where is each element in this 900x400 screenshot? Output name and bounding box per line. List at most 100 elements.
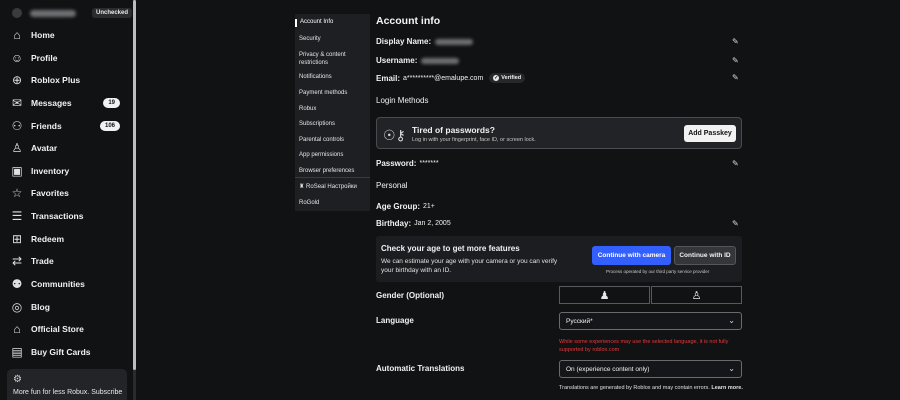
age-group-row: Age Group: 21+ <box>376 202 435 211</box>
home-icon: ⌂ <box>13 28 21 42</box>
settings-tab-rogold[interactable]: RoGold <box>295 200 370 208</box>
verified-badge: ✓ Verified <box>489 73 526 83</box>
left-navigation: Unchecked ⌂ Home ☺ Profile ⊕ Roblox Plus… <box>0 0 136 400</box>
settings-tab-browser-preferences[interactable]: Browser preferences <box>295 168 370 176</box>
email-value: a**********@emalupe.com <box>403 74 484 82</box>
plus-icon: ⊕ <box>11 73 23 87</box>
nav-label: Inventory <box>31 166 70 176</box>
nav-item-buy-gift-cards[interactable]: ▤ Buy Gift Cards <box>10 342 126 362</box>
email-label: Email: <box>376 73 401 83</box>
username-redacted <box>421 57 460 64</box>
favorites-icon: ☆ <box>11 186 23 200</box>
password-row: Password: ******* <box>376 159 439 168</box>
language-value: Русский* <box>566 317 593 325</box>
age-group-value: 21+ <box>423 203 435 210</box>
birthday-value: Jan 2, 2005 <box>414 220 451 227</box>
nav-scrollbar-thumb[interactable] <box>133 0 136 370</box>
nav-item-favorites[interactable]: ☆ Favorites <box>10 183 126 203</box>
nav-item-trade[interactable]: ⇄ Trade <box>10 251 126 271</box>
age-check-description: We can estimate your age with your camer… <box>381 258 558 274</box>
passkey-description: Log in with your fingerprint, face ID, o… <box>412 137 536 143</box>
female-icon: ♙ <box>691 289 702 302</box>
edit-username-icon[interactable]: ✎ <box>732 56 739 65</box>
nav-item-home[interactable]: ⌂ Home <box>10 25 126 45</box>
auto-translations-value: On (experience content only) <box>566 365 650 373</box>
roseal-label: RoSeal Настройки <box>306 184 357 190</box>
messages-count-badge: 19 <box>103 98 120 108</box>
passkey-banner: ☉⚷ Tired of passwords? Log in with your … <box>376 117 742 149</box>
username-label: Username: <box>376 56 418 65</box>
settings-tab-privacy[interactable]: Privacy & content restrictions <box>295 52 367 67</box>
settings-tab-account-info[interactable]: Account Info <box>295 19 370 27</box>
edit-email-icon[interactable]: ✎ <box>732 73 739 82</box>
fingerprint-key-icon: ☉⚷ <box>383 127 406 143</box>
language-select[interactable]: Русский* ⌄ <box>559 312 742 330</box>
continue-with-id-button[interactable]: Continue with ID <box>674 246 736 265</box>
edit-display-name-icon[interactable]: ✎ <box>732 37 739 46</box>
verified-label: Verified <box>501 75 522 81</box>
menu-divider <box>295 177 370 178</box>
user-row[interactable]: Unchecked <box>12 6 133 20</box>
subscribe-promo[interactable]: ⚙ More fun for less Robux. Subscribe <box>7 369 127 400</box>
email-row: Email: a**********@emalupe.com ✓ Verifie… <box>376 73 526 83</box>
nav-item-friends[interactable]: ⚇ Friends 106 <box>10 116 126 136</box>
gift-icon: ⊞ <box>11 232 23 246</box>
settings-tab-notifications[interactable]: Notifications <box>295 74 370 82</box>
nav-item-avatar[interactable]: ♙ Avatar <box>10 138 126 158</box>
personal-heading: Personal <box>376 181 408 190</box>
nav-item-profile[interactable]: ☺ Profile <box>10 48 126 68</box>
gender-male-option[interactable]: ♟ <box>559 286 650 304</box>
blog-icon: ◎ <box>11 300 23 314</box>
settings-tab-payment-methods[interactable]: Payment methods <box>295 90 370 98</box>
nav-item-official-store[interactable]: ⌂ Official Store <box>10 319 126 339</box>
status-badge: Unchecked <box>92 8 133 18</box>
nav-item-roblox-plus[interactable]: ⊕ Roblox Plus <box>10 70 126 90</box>
promo-text: More fun for less Robux. Subscribe <box>13 389 123 396</box>
settings-tab-parental-controls[interactable]: Parental controls <box>295 137 370 145</box>
messages-icon: ✉ <box>11 96 23 110</box>
nav-item-transactions[interactable]: ☰ Transactions <box>10 206 126 226</box>
age-group-label: Age Group: <box>376 202 420 211</box>
nav-item-inventory[interactable]: ▣ Inventory <box>10 161 126 181</box>
inventory-icon: ▣ <box>11 164 23 178</box>
add-passkey-button[interactable]: Add Passkey <box>684 125 736 142</box>
age-check-title: Check your age to get more features <box>381 244 520 253</box>
roseal-icon: ♜ <box>299 184 307 190</box>
nav-label: Redeem <box>31 234 65 244</box>
avatar[interactable] <box>12 8 22 18</box>
translations-note: Translations are generated by Roblox and… <box>559 384 744 392</box>
nav-label: Home <box>31 30 55 40</box>
username-redacted <box>30 9 76 17</box>
nav-item-messages[interactable]: ✉ Messages 19 <box>10 93 126 113</box>
nav-label: Roblox Plus <box>31 75 81 85</box>
nav-label: Avatar <box>31 143 58 153</box>
display-name-row: Display Name: <box>376 37 474 46</box>
communities-icon: ⚉ <box>11 277 23 291</box>
settings-tab-roseal[interactable]: ♜ RoSeal Настройки <box>295 184 370 192</box>
age-check-banner: Check your age to get more features We c… <box>376 236 742 282</box>
continue-with-camera-button[interactable]: Continue with camera <box>592 246 671 265</box>
edit-birthday-icon[interactable]: ✎ <box>732 219 739 228</box>
settings-tab-robux[interactable]: Robux <box>295 106 370 114</box>
edit-password-icon[interactable]: ✎ <box>732 159 739 168</box>
nav-item-redeem[interactable]: ⊞ Redeem <box>10 229 126 249</box>
avatar-icon: ♙ <box>11 141 23 155</box>
nav-item-blog[interactable]: ◎ Blog <box>10 297 126 317</box>
settings-menu: Account Info Security Privacy & content … <box>295 14 370 211</box>
passkey-title: Tired of passwords? <box>412 125 495 135</box>
learn-more-link[interactable]: Learn more. <box>711 385 742 391</box>
language-label: Language <box>376 316 414 325</box>
store-icon: ⌂ <box>13 322 21 336</box>
auto-translations-select[interactable]: On (experience content only) ⌄ <box>559 360 742 378</box>
nav-item-communities[interactable]: ⚉ Communities <box>10 274 126 294</box>
language-warning: While some experiences may use the selec… <box>559 339 729 353</box>
page-title: Account info <box>376 15 441 27</box>
username-row: Username: <box>376 56 460 65</box>
auto-translations-label: Automatic Translations <box>376 364 465 373</box>
settings-tab-subscriptions[interactable]: Subscriptions <box>295 121 370 129</box>
settings-tab-app-permissions[interactable]: App permissions <box>295 152 370 160</box>
chevron-down-icon: ⌄ <box>728 316 735 325</box>
gender-female-option[interactable]: ♙ <box>651 286 742 304</box>
settings-tab-security[interactable]: Security <box>295 36 370 44</box>
profile-icon: ☺ <box>10 51 24 65</box>
